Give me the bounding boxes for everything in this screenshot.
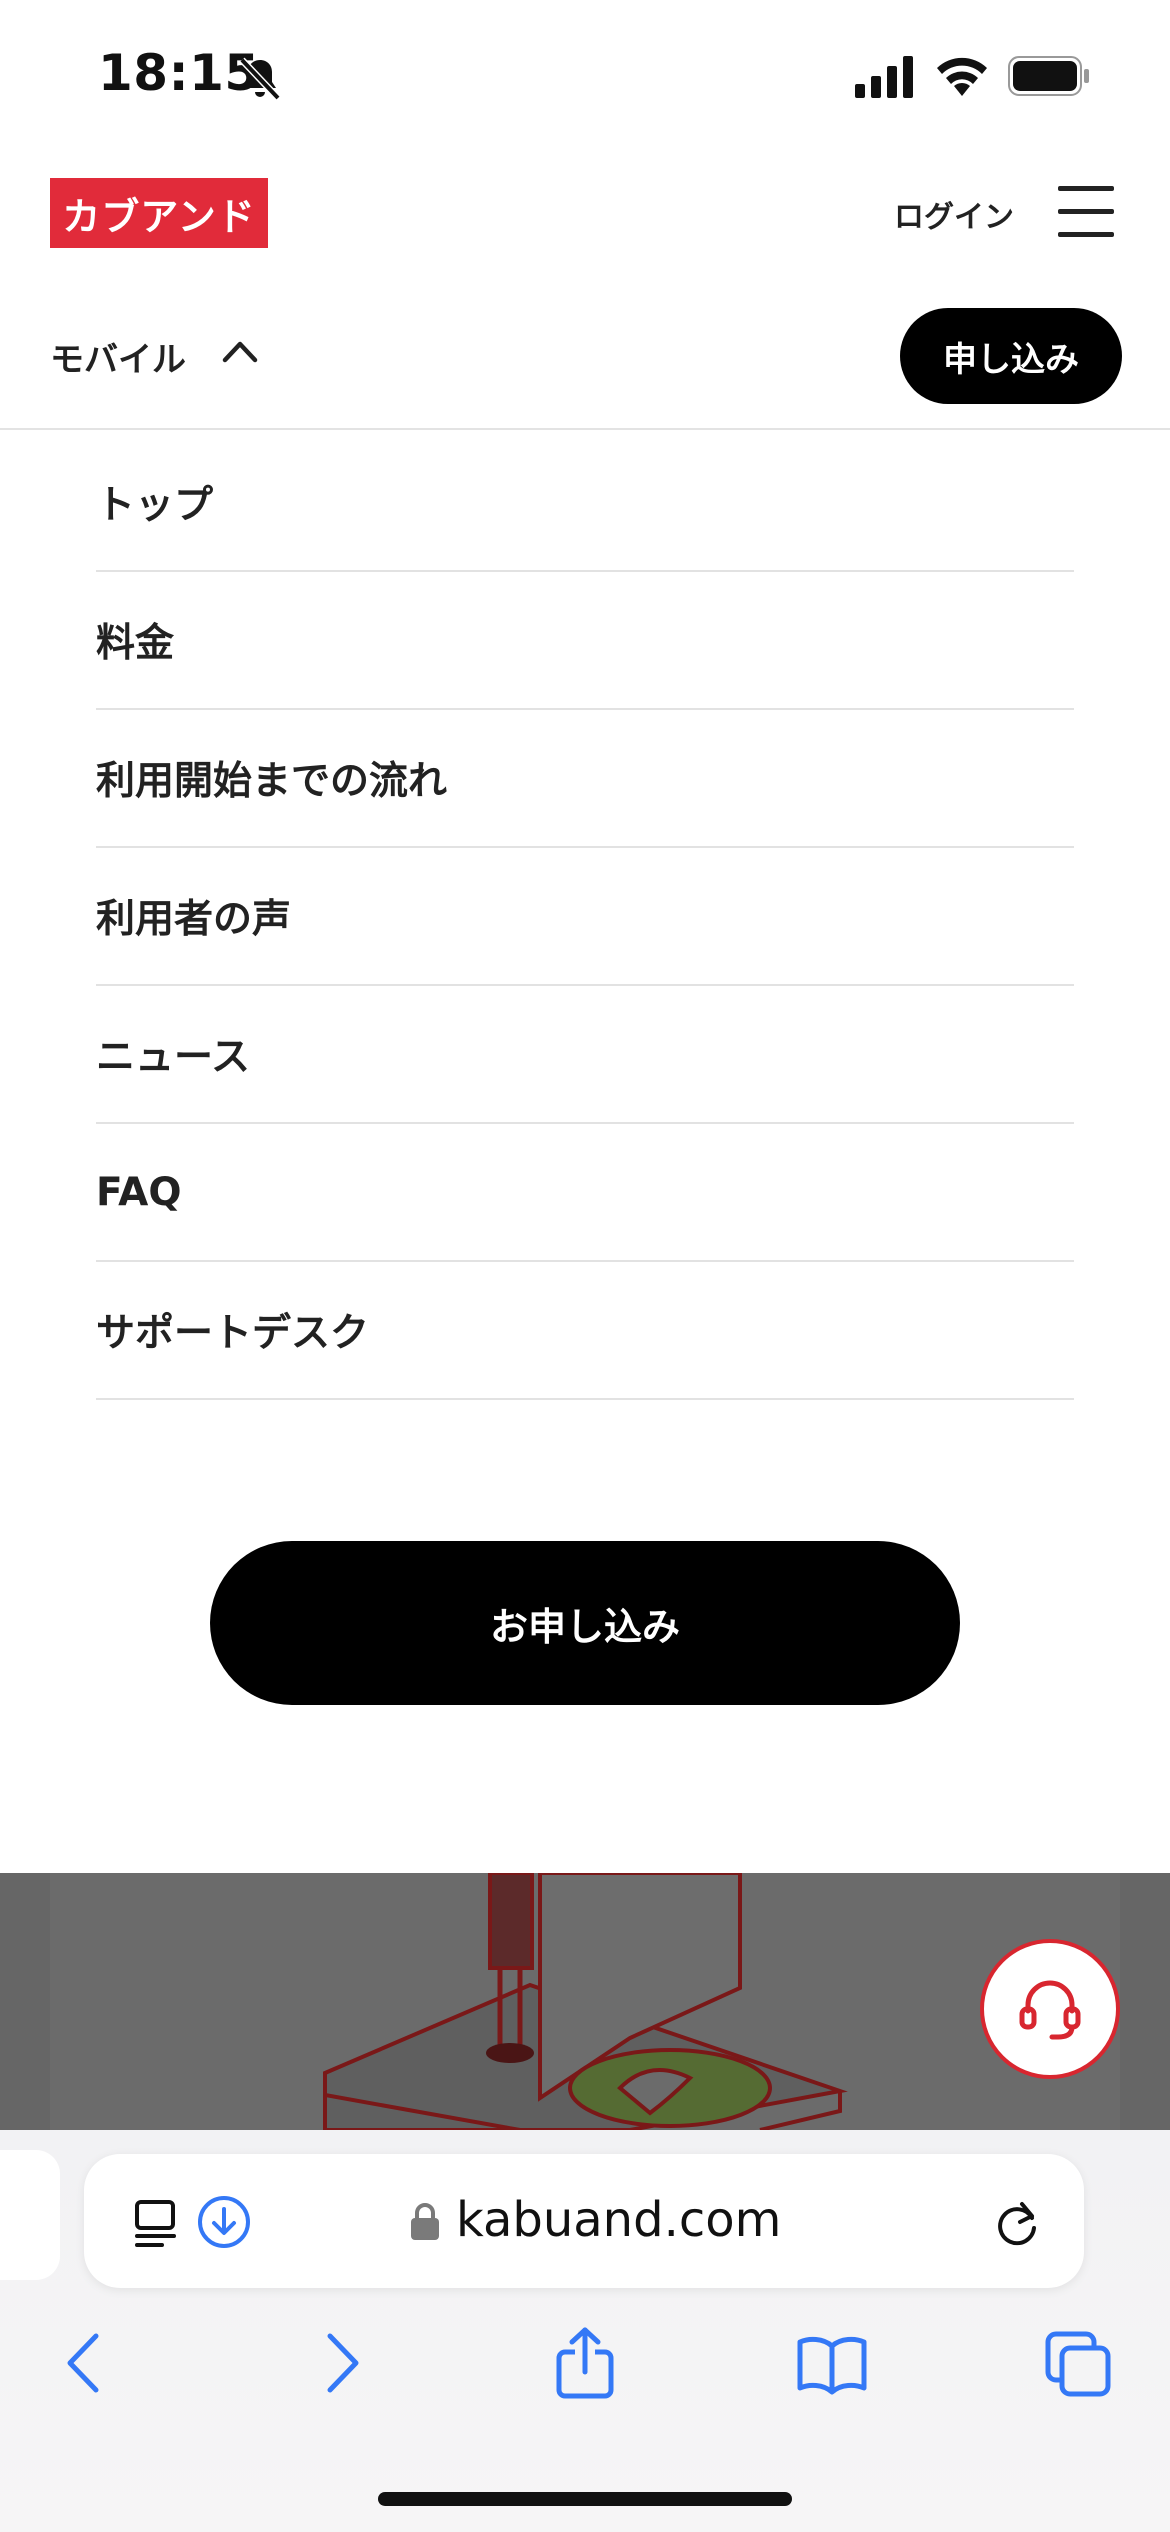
back-icon[interactable]: [52, 2326, 122, 2400]
kabuand-logo[interactable]: カブアンド: [50, 178, 268, 248]
support-chat-button[interactable]: [980, 1939, 1120, 2079]
address-bar[interactable]: kabuand.com: [84, 2154, 1084, 2288]
download-icon[interactable]: [196, 2194, 252, 2250]
status-bar: 18:15: [0, 0, 1170, 150]
apply-button-main[interactable]: お申し込み: [210, 1541, 960, 1705]
reload-icon[interactable]: [992, 2198, 1042, 2250]
menu-item-pricing[interactable]: 料金: [96, 572, 1074, 710]
reader-mode-icon[interactable]: [134, 2198, 182, 2248]
previous-tab-card[interactable]: [0, 2150, 60, 2280]
bell-slash-icon: [239, 57, 281, 101]
login-link[interactable]: ログイン: [894, 192, 1014, 236]
menu-item-support-desk[interactable]: サポートデスク: [96, 1262, 1074, 1400]
menu-item-top[interactable]: トップ: [96, 434, 1074, 572]
headset-icon: [1019, 1980, 1081, 2040]
signal-icon: [855, 56, 913, 98]
apply-button-header[interactable]: 申し込み: [900, 308, 1122, 404]
site-header: カブアンド ログイン モバイル 申し込み: [0, 150, 1170, 430]
hamburger-menu-icon[interactable]: [1058, 186, 1114, 238]
forward-icon[interactable]: [304, 2326, 374, 2400]
nav-menu-list: トップ 料金 利用開始までの流れ 利用者の声 ニュース FAQ サポートデスク: [96, 478, 1074, 1400]
battery-icon: [1008, 56, 1089, 96]
wifi-icon: [937, 57, 987, 96]
tabs-icon[interactable]: [1044, 2326, 1114, 2400]
home-indicator[interactable]: [378, 2492, 792, 2506]
bookmarks-icon[interactable]: [797, 2326, 867, 2400]
browser-bar: kabuand.com: [0, 2130, 1170, 2532]
chevron-up-icon[interactable]: [222, 336, 258, 366]
section-dropdown-label[interactable]: モバイル: [50, 332, 186, 381]
share-icon[interactable]: [550, 2326, 620, 2400]
lock-icon: [411, 2203, 439, 2240]
menu-item-flow[interactable]: 利用開始までの流れ: [96, 710, 1074, 848]
url-text: kabuand.com: [456, 2192, 782, 2248]
menu-item-testimonials[interactable]: 利用者の声: [96, 848, 1074, 986]
menu-item-news[interactable]: ニュース: [96, 986, 1074, 1124]
menu-item-faq[interactable]: FAQ: [96, 1124, 1074, 1262]
